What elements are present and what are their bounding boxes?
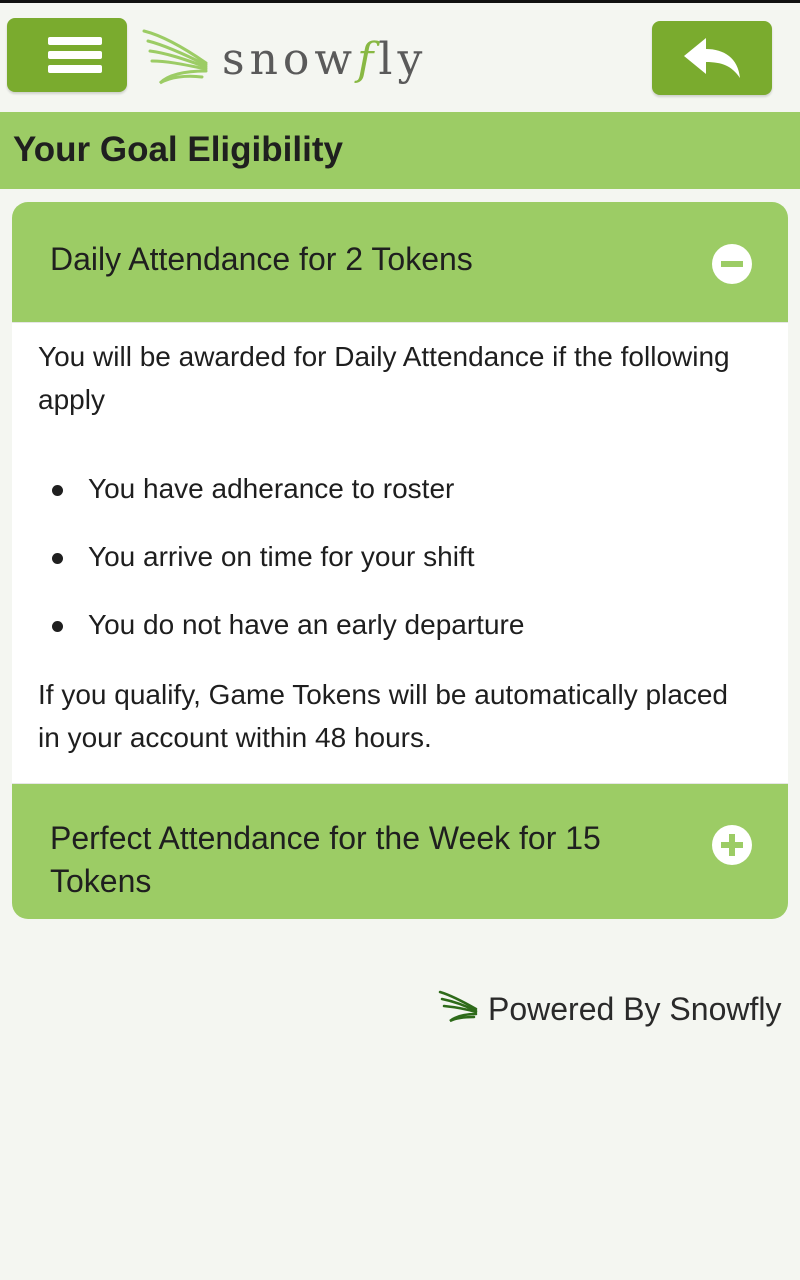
hamburger-line bbox=[48, 51, 102, 59]
list-item: You have adherance to roster bbox=[38, 467, 738, 535]
plus-bar-vertical bbox=[729, 834, 735, 856]
reply-arrow-icon bbox=[684, 38, 740, 78]
list-item: You do not have an early departure bbox=[38, 603, 738, 671]
logo-text-f: f bbox=[357, 34, 379, 85]
page-title-bar: Your Goal Eligibility bbox=[0, 112, 800, 189]
accordion-panel-daily-attendance: You will be awarded for Daily Attendance… bbox=[12, 322, 788, 784]
logo-text-prefix: snow bbox=[222, 34, 358, 85]
eligibility-intro-text: You will be awarded for Daily Attendance… bbox=[38, 341, 730, 415]
menu-button[interactable] bbox=[7, 18, 127, 92]
list-item: You arrive on time for your shift bbox=[38, 535, 738, 603]
powered-by-footer: Powered By Snowfly bbox=[438, 985, 788, 1033]
accordion-title-perfect-attendance: Perfect Attendance for the Week for 15 T… bbox=[50, 820, 601, 899]
eligibility-outro-text: If you qualify, Game Tokens will be auto… bbox=[38, 679, 728, 753]
hamburger-line bbox=[48, 65, 102, 73]
app-header: snowfly bbox=[0, 3, 800, 111]
plus-circle-icon[interactable] bbox=[712, 825, 752, 865]
logo-wordmark: snowfly bbox=[222, 33, 427, 87]
snowfly-logo: snowfly bbox=[140, 25, 440, 95]
minus-circle-icon[interactable] bbox=[712, 244, 752, 284]
hamburger-menu-icon bbox=[48, 37, 102, 45]
accordion-title-daily-attendance: Daily Attendance for 2 Tokens bbox=[50, 241, 473, 277]
minus-bar bbox=[721, 261, 743, 267]
accordion-header-perfect-attendance[interactable]: Perfect Attendance for the Week for 15 T… bbox=[12, 784, 788, 919]
snowfly-wing-icon bbox=[438, 990, 478, 1023]
goal-accordion: Daily Attendance for 2 Tokens You will b… bbox=[12, 202, 788, 919]
powered-by-text: Powered By Snowfly bbox=[488, 991, 782, 1027]
page-title: Your Goal Eligibility bbox=[13, 130, 343, 169]
snowfly-wing-icon bbox=[142, 29, 208, 85]
criteria-list: You have adherance to roster You arrive … bbox=[38, 467, 738, 671]
accordion-header-daily-attendance[interactable]: Daily Attendance for 2 Tokens bbox=[12, 202, 788, 322]
back-button[interactable] bbox=[652, 21, 772, 95]
logo-text-suffix: ly bbox=[378, 34, 428, 85]
